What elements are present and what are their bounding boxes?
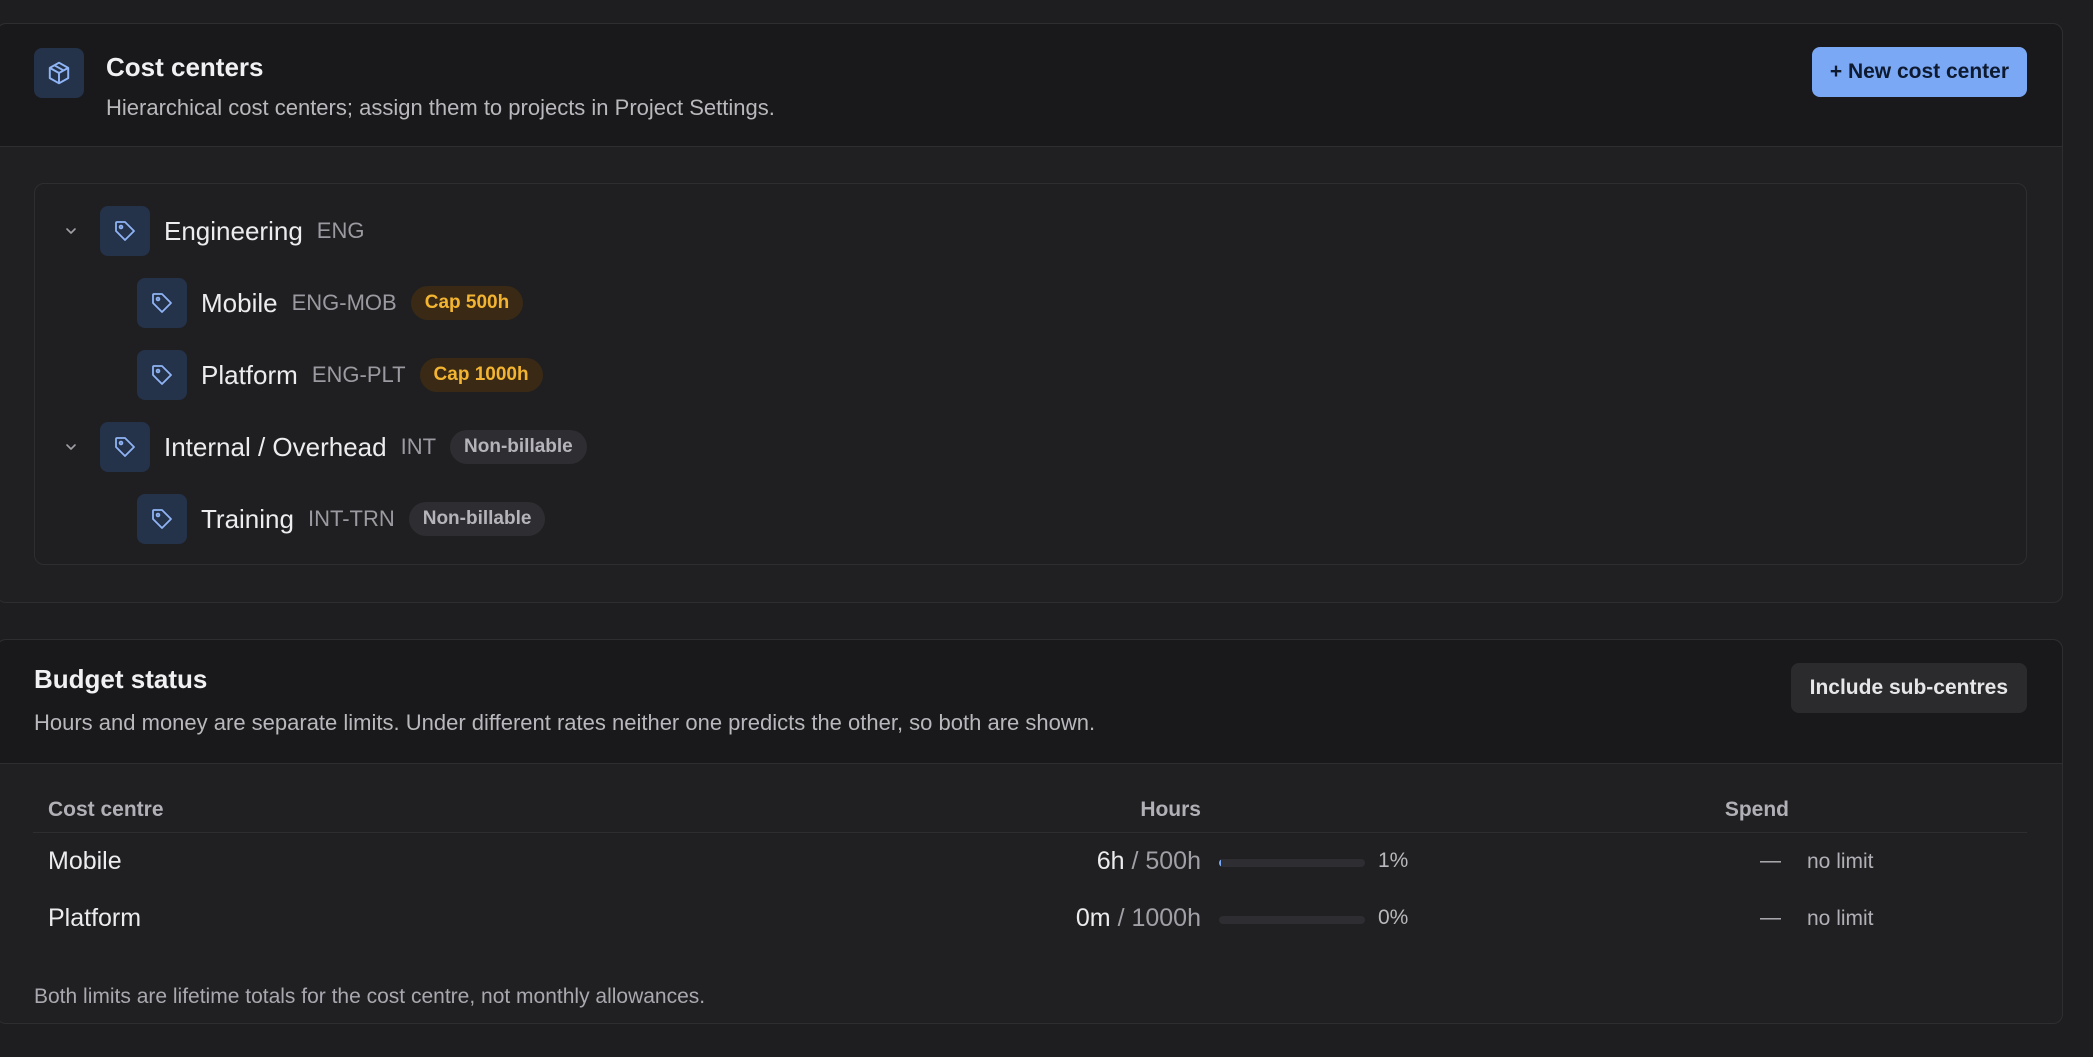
tree-node-engineering[interactable]: Engineering ENG — [59, 205, 378, 257]
spend-limit: no limit — [1807, 850, 1874, 873]
spend-value: — — [1760, 906, 1781, 929]
tree-node-name: Internal / Overhead — [164, 431, 387, 462]
chevron-down-icon[interactable] — [59, 435, 83, 459]
chevron-down-icon[interactable] — [59, 219, 83, 243]
budget-footnote: Both limits are lifetime totals for the … — [34, 985, 706, 1008]
hours-used: 0m — [1075, 904, 1111, 932]
page-title: Cost centers — [106, 52, 264, 82]
tree-node-code: INT-TRN — [307, 506, 395, 531]
cost-center-tree: Engineering ENG Mobile ENG-MOB Cap 500h … — [34, 183, 2027, 565]
tree-node-platform[interactable]: Platform ENG-PLT Cap 1000h — [137, 349, 543, 401]
row-name: Mobile — [48, 847, 122, 875]
tree-node-name: Mobile — [201, 287, 278, 318]
table-row[interactable]: Platform 0m / 1000h 0% — no limit — [33, 890, 2027, 947]
tag-icon — [137, 278, 187, 328]
table-header: Cost centre Hours Spend — [33, 790, 2027, 833]
hours-total: / 500h — [1131, 847, 1201, 875]
spend-value: — — [1760, 849, 1781, 872]
budget-status-title: Budget status — [34, 664, 208, 694]
row-hours: 0m / 1000h — [1076, 904, 1201, 933]
hours-percent: 1% — [1378, 849, 1409, 872]
tree-node-code: INT — [400, 434, 437, 459]
tag-icon — [137, 494, 187, 544]
tree-node-internal-overhead[interactable]: Internal / Overhead INT Non-billable — [59, 421, 587, 473]
budget-status-subtitle: Hours and money are separate limits. Und… — [34, 710, 1096, 735]
page: Cost centers Hierarchical cost centers; … — [0, 0, 2093, 1057]
tree-node-code: ENG-PLT — [311, 362, 406, 387]
hours-total: / 1000h — [1117, 904, 1201, 932]
hours-progress-bar — [1219, 859, 1365, 867]
cost-centers-card: Cost centers Hierarchical cost centers; … — [0, 23, 2063, 603]
cap-badge: Cap 1000h — [419, 358, 543, 392]
tag-icon — [100, 422, 150, 472]
page-subtitle: Hierarchical cost centers; assign them t… — [106, 95, 775, 120]
hours-progress-fill — [1219, 859, 1221, 867]
spend-limit: no limit — [1807, 907, 1874, 930]
cap-badge: Cap 500h — [410, 286, 524, 320]
tag-icon — [137, 350, 187, 400]
tree-node-name: Training — [201, 503, 294, 534]
column-header-hours[interactable]: Hours — [1140, 798, 1201, 822]
table-row[interactable]: Mobile 6h / 500h 1% — no limit — [33, 833, 2027, 890]
row-name: Platform — [48, 904, 142, 932]
cost-centers-header: Cost centers Hierarchical cost centers; … — [0, 24, 2062, 147]
tree-node-training[interactable]: Training INT-TRN Non-billable — [137, 493, 546, 545]
tag-icon — [100, 206, 150, 256]
hours-progress-bar — [1219, 916, 1365, 924]
non-billable-badge: Non-billable — [408, 502, 546, 536]
include-sub-centres-button[interactable]: Include sub-centres — [1790, 663, 2027, 713]
tree-node-mobile[interactable]: Mobile ENG-MOB Cap 500h — [137, 277, 524, 329]
non-billable-badge: Non-billable — [450, 430, 587, 464]
tree-node-name: Platform — [201, 359, 298, 390]
hours-used: 6h — [1096, 847, 1125, 875]
tree-node-code: ENG-MOB — [291, 290, 397, 315]
budget-status-card: Budget status Hours and money are separa… — [0, 639, 2063, 1024]
hours-percent: 0% — [1378, 906, 1409, 929]
budget-table: Cost centre Hours Spend Mobile 6h / 500h… — [33, 790, 2027, 947]
new-cost-center-button[interactable]: + New cost center — [1811, 47, 2027, 97]
tree-node-code: ENG — [316, 218, 365, 243]
tree-node-name: Engineering — [164, 215, 303, 246]
budget-status-header: Budget status Hours and money are separa… — [0, 640, 2062, 764]
column-header-cost-centre[interactable]: Cost centre — [48, 798, 164, 822]
box-icon — [34, 48, 84, 98]
column-header-spend[interactable]: Spend — [1725, 798, 1789, 822]
row-hours: 6h / 500h — [1097, 847, 1201, 876]
